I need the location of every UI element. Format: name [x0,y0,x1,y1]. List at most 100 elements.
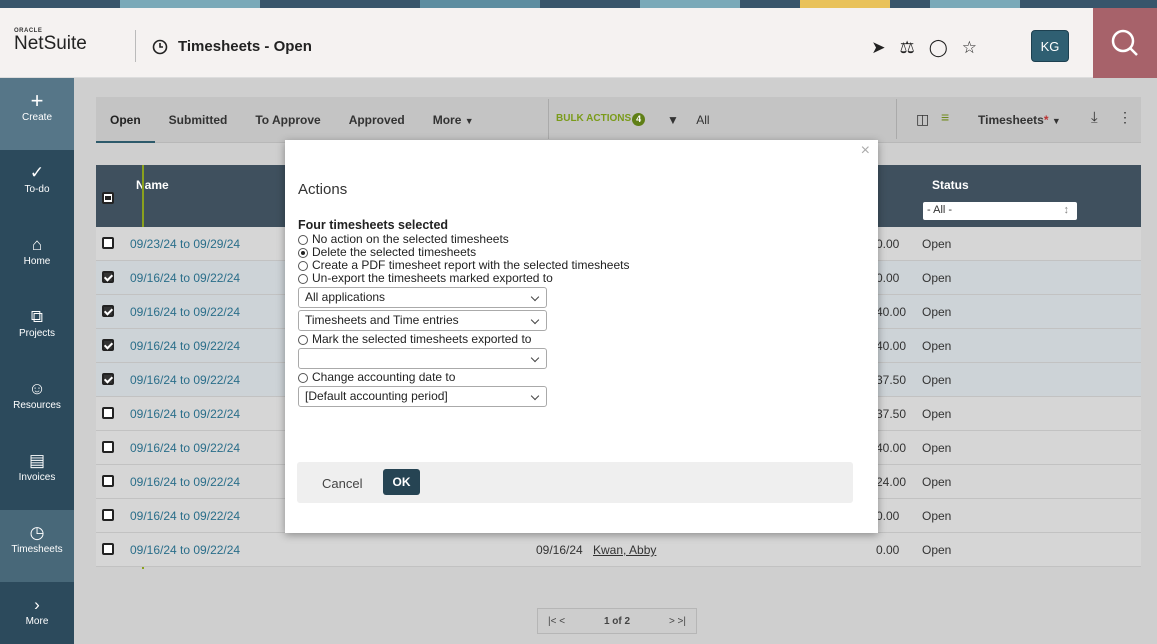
netsuite-logo[interactable]: ORACLE NetSuite [14,28,124,55]
row-checkbox[interactable] [102,271,114,283]
radio-change-date[interactable] [298,372,308,383]
search-button[interactable] [1093,8,1157,78]
row-checkbox[interactable] [102,407,114,419]
header-divider [135,30,136,62]
nav-more[interactable]: › More [0,582,74,644]
chevron-right-icon: › [34,595,40,614]
lightbulb-icon[interactable]: ◯ [929,38,948,58]
people-icon: ☺ [28,379,46,398]
row-amount: 0.00 [876,271,900,285]
row-name-link[interactable]: 09/16/24 to 09/22/24 [130,339,240,353]
row-status: Open [922,441,952,455]
filter-icon: ▼ [667,113,679,127]
nav-create[interactable]: + Create [0,78,74,150]
list-settings-icon[interactable]: ≡ [941,109,949,125]
row-checkbox[interactable] [102,339,114,351]
netsuite-wordmark: NetSuite [14,33,87,54]
row-employee-link[interactable]: Kwan, Abby [593,543,656,557]
nav-home[interactable]: ⌂ Home [0,222,74,294]
ok-button[interactable]: OK [383,469,420,495]
row-status: Open [922,373,952,387]
row-status: Open [922,543,952,557]
radio-delete[interactable] [298,247,308,258]
first-page-icon[interactable]: |< < [548,616,565,627]
filter-control[interactable]: ▼ All [667,113,710,127]
star-icon[interactable]: ☆ [962,38,977,58]
option-unexport-label: Un-export the timesheets marked exported… [312,271,553,285]
dialog-body: Four timesheets selected No action on th… [298,218,858,409]
row-name-link[interactable]: 09/16/24 to 09/22/24 [130,407,240,421]
row-checkbox[interactable] [102,543,114,555]
caret-down-icon: ▼ [1051,116,1061,126]
view-selector[interactable]: Timesheets* ▼ [978,113,1061,127]
row-name-link[interactable]: 09/16/24 to 09/22/24 [130,543,240,557]
nav-resources[interactable]: ☺ Resources [0,366,74,438]
invoice-icon: ▤ [28,451,46,470]
option-change-date[interactable]: Change accounting date to [298,371,858,384]
tab-open[interactable]: Open [96,97,155,143]
tab-more[interactable]: More ▼ [419,97,488,143]
row-name-link[interactable]: 09/16/24 to 09/22/24 [130,441,240,455]
row-status: Open [922,407,952,421]
tab-to-approve[interactable]: To Approve [241,97,334,143]
radio-create-pdf[interactable] [298,260,308,271]
avatar[interactable]: KG [1031,30,1069,62]
row-name-link[interactable]: 09/16/24 to 09/22/24 [130,305,240,319]
tag-icon[interactable]: ➤ [871,38,885,58]
table-row[interactable]: 09/16/24 to 09/22/24 09/16/24 Kwan, Abby 0.… [96,533,1141,567]
close-icon[interactable]: × [861,142,870,160]
export-target-select[interactable] [298,348,547,369]
plus-icon: + [30,88,44,113]
row-name-link[interactable]: 09/23/24 to 09/29/24 [130,237,240,251]
option-unexport[interactable]: Un-export the timesheets marked exported… [298,272,858,285]
row-name-link[interactable]: 09/16/24 to 09/22/24 [130,373,240,387]
toolbar-divider [896,99,897,139]
row-checkbox[interactable] [102,509,114,521]
page-title: Timesheets - Open [152,38,312,55]
row-name-link[interactable]: 09/16/24 to 09/22/24 [130,475,240,489]
entries-select[interactable]: Timesheets and Time entries [298,310,547,331]
download-icon[interactable]: ⤓ [1091,109,1098,126]
radio-mark-exported[interactable] [298,334,308,345]
next-page-icon[interactable]: > >| [669,616,686,627]
row-amount: 0.00 [876,509,900,523]
bulk-actions-button[interactable]: BULK ACTIONS 4 [556,113,646,126]
page-title-text: Timesheets - Open [178,38,312,55]
row-amount: 40.00 [876,441,907,455]
row-checkbox[interactable] [102,305,114,317]
tab-submitted[interactable]: Submitted [155,97,242,143]
nav-home-label: Home [23,256,51,267]
row-checkbox[interactable] [102,237,114,249]
nav-timesheets[interactable]: ◷ Timesheets [0,510,74,582]
nav-invoices[interactable]: ▤ Invoices [0,438,74,510]
row-checkbox[interactable] [102,475,114,487]
row-name-link[interactable]: 09/16/24 to 09/22/24 [130,271,240,285]
more-options-icon[interactable]: ⋮ [1118,109,1132,126]
cancel-button[interactable]: Cancel [322,476,362,491]
accounting-period-select[interactable]: [Default accounting period] [298,386,547,407]
row-checkbox[interactable] [102,373,114,385]
radio-no-action[interactable] [298,234,308,245]
nav-todo[interactable]: ✓ To-do [0,150,74,222]
radio-unexport[interactable] [298,273,308,284]
row-name-link[interactable]: 09/16/24 to 09/22/24 [130,509,240,523]
nav-more-label: More [25,616,49,627]
tab-approved[interactable]: Approved [335,97,419,143]
columns-icon[interactable]: ◫ [916,111,929,128]
row-status: Open [922,237,952,251]
row-status: Open [922,271,952,285]
option-mark-exported[interactable]: Mark the selected timesheets exported to [298,333,858,346]
page-indicator: 1 of 2 [603,615,631,627]
status-filter-select[interactable]: - All - ↕ [923,202,1077,220]
select-all-checkbox[interactable] [102,192,114,204]
nav-projects[interactable]: ⧉ Projects [0,294,74,366]
applications-select[interactable]: All applications [298,287,547,308]
header-icons: ➤ ⚖ ◯ ☆ [871,38,977,58]
row-checkbox[interactable] [102,441,114,453]
column-header-status[interactable]: Status [932,178,969,192]
column-header-name[interactable]: Name [136,178,169,192]
scale-icon[interactable]: ⚖ [899,38,914,58]
toolbar-divider [548,99,549,139]
filter-value: All [696,113,710,127]
clock-icon: ◷ [29,523,45,542]
